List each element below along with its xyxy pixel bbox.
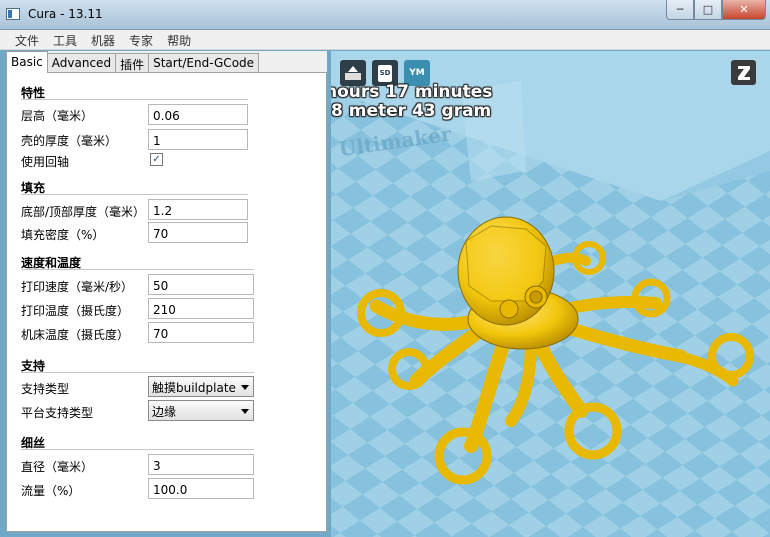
window-title: Cura - 13.11: [28, 7, 103, 21]
retraction-checkbox[interactable]: ✓: [150, 153, 163, 166]
maximize-button[interactable]: □: [694, 0, 722, 20]
minimize-button[interactable]: ─: [666, 0, 694, 20]
youmagine-icon: YM: [409, 68, 425, 78]
platform-adhesion-value: 边缘: [152, 405, 177, 419]
basic-settings: 特性 层高（毫米） 壳的厚度（毫米） 使用回轴 ✓ 填充 底部/顶部厚度（毫米）…: [6, 72, 327, 532]
layer-height-label: 层高（毫米）: [21, 109, 94, 123]
material-usage-text: 8 meter 43 gram: [331, 101, 492, 121]
tab-start-end-gcode[interactable]: Start/End-GCode: [148, 53, 260, 73]
filament-flow-label: 流量（%）: [21, 484, 81, 498]
layer-height-input[interactable]: [148, 104, 248, 125]
print-time-text: hours 17 minutes: [331, 82, 493, 102]
app-icon: [6, 8, 20, 20]
section-divider: [21, 372, 254, 373]
shell-thickness-label: 壳的厚度（毫米）: [21, 134, 118, 148]
3d-viewport[interactable]: Ultimaker SD YM hours 17 minutes 8 meter…: [331, 51, 770, 537]
menu-file[interactable]: 文件: [8, 30, 46, 49]
settings-tabs: Basic Advanced 插件 Start/End-GCode: [6, 51, 260, 73]
close-button[interactable]: ✕: [722, 0, 766, 20]
chevron-down-icon: [241, 385, 249, 390]
view-mode-icon: [737, 65, 750, 80]
build-plate-scene: Ultimaker: [331, 51, 770, 537]
filament-diameter-label: 直径（毫米）: [21, 460, 94, 474]
section-divider: [21, 269, 254, 270]
bottom-top-thickness-label: 底部/顶部厚度（毫米）: [21, 205, 146, 219]
filament-flow-input[interactable]: [148, 478, 254, 499]
section-divider: [21, 99, 248, 100]
menu-help[interactable]: 帮助: [160, 30, 198, 49]
window-controls: ─ □ ✕: [666, 0, 766, 20]
menu-machine[interactable]: 机器: [84, 30, 122, 49]
bed-temp-label: 机床温度（摄氏度）: [21, 328, 130, 342]
print-speed-input[interactable]: [148, 274, 254, 295]
print-speed-label: 打印速度（毫米/秒）: [21, 280, 134, 294]
print-temp-label: 打印温度（摄氏度）: [21, 304, 130, 318]
sd-card-icon: SD: [378, 64, 392, 82]
section-divider: [21, 194, 248, 195]
filament-diameter-input[interactable]: [148, 454, 254, 475]
view-mode-button[interactable]: [731, 60, 756, 85]
support-type-value: 触摸buildplate: [152, 381, 236, 395]
platform-adhesion-select[interactable]: 边缘: [148, 400, 254, 421]
support-type-label: 支持类型: [21, 382, 70, 396]
load-icon: [345, 66, 361, 80]
print-temp-input[interactable]: [148, 298, 254, 319]
menu-bar: 文件 工具 机器 专家 帮助: [0, 30, 770, 50]
bottom-top-thickness-input[interactable]: [148, 199, 248, 220]
fill-density-label: 填充密度（%）: [21, 228, 105, 242]
chevron-down-icon: [241, 409, 249, 414]
fill-density-input[interactable]: [148, 222, 248, 243]
settings-panel: Basic Advanced 插件 Start/End-GCode 特性 层高（…: [6, 51, 327, 532]
tab-plugins[interactable]: 插件: [115, 53, 150, 73]
shell-thickness-input[interactable]: [148, 129, 248, 150]
tab-basic[interactable]: Basic: [6, 51, 48, 73]
bed-temp-input[interactable]: [148, 322, 254, 343]
section-divider: [21, 449, 254, 450]
menu-expert[interactable]: 专家: [122, 30, 160, 49]
title-bar: Cura - 13.11 ─ □ ✕: [0, 0, 770, 30]
menu-tools[interactable]: 工具: [46, 30, 84, 49]
platform-adhesion-label: 平台支持类型: [21, 406, 94, 420]
tab-advanced[interactable]: Advanced: [46, 53, 117, 73]
retraction-label: 使用回轴: [21, 155, 70, 169]
support-type-select[interactable]: 触摸buildplate: [148, 376, 254, 397]
